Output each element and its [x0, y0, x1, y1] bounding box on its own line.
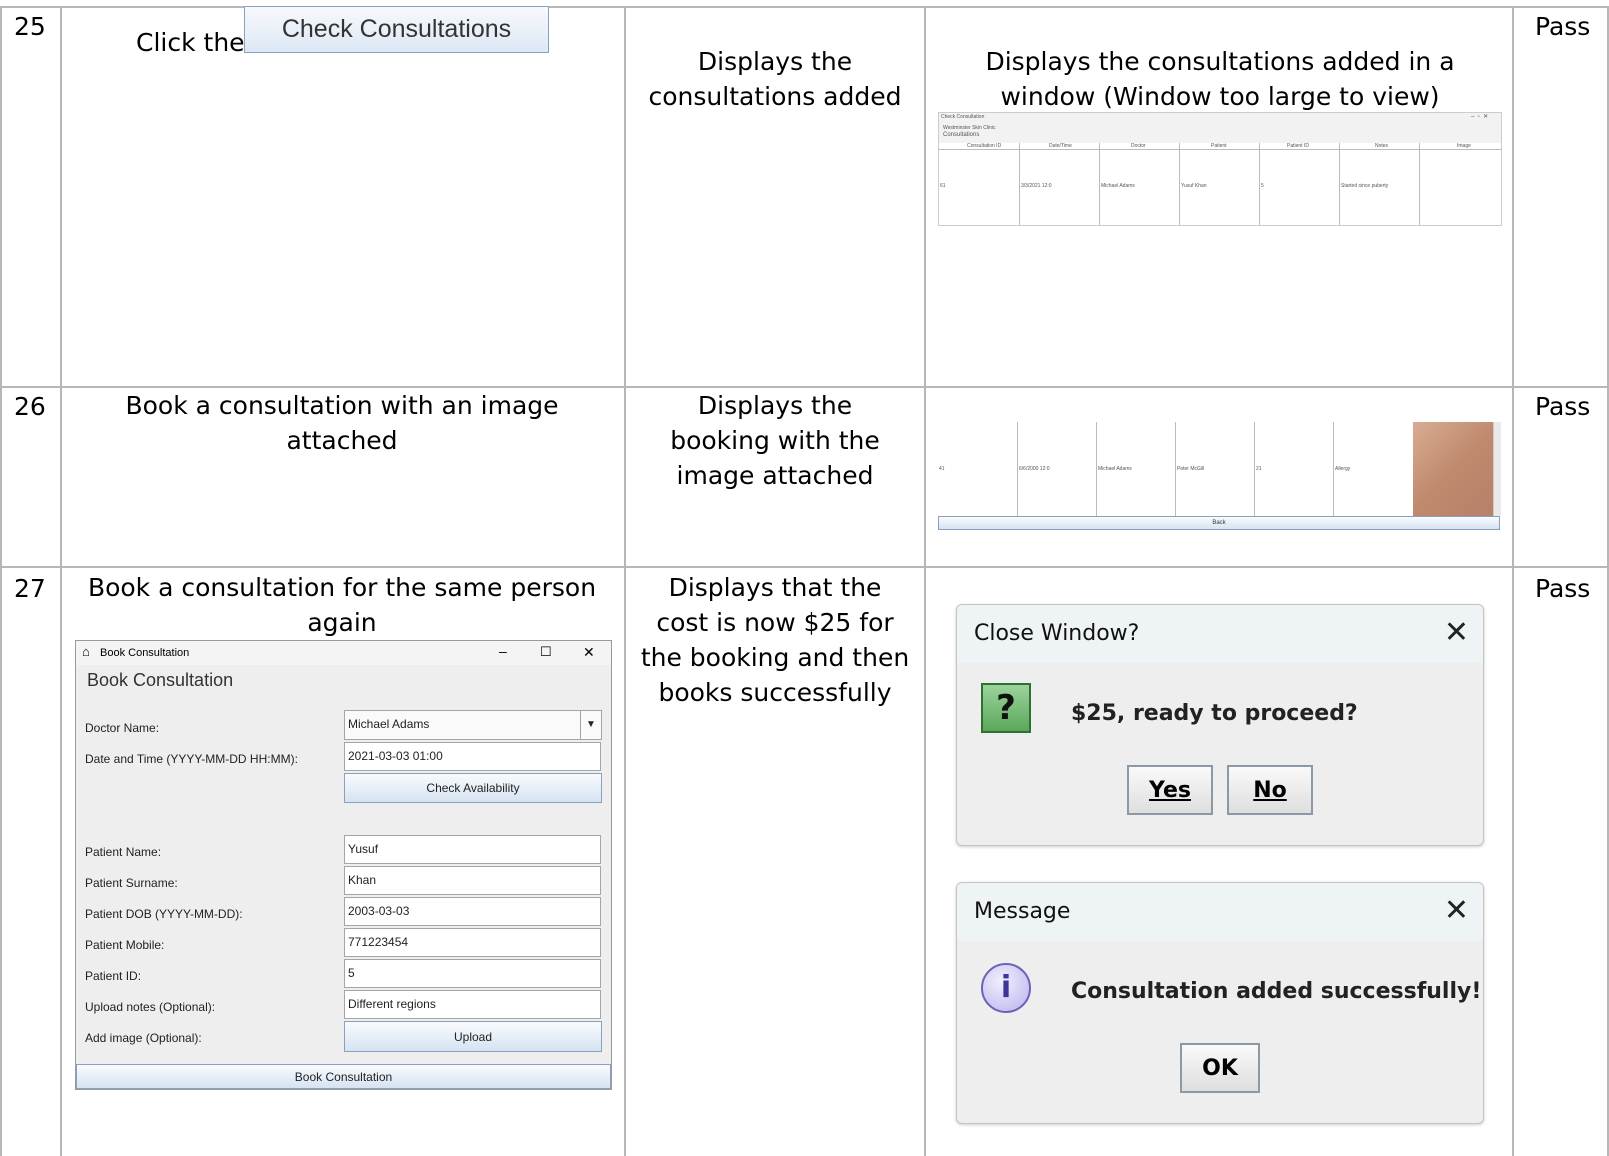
notes-label: Upload notes (Optional): — [85, 1000, 216, 1014]
row-number: 25 — [14, 12, 46, 41]
yes-button[interactable]: Yes — [1127, 765, 1213, 815]
clinic-name: Westminster Skin Clinic — [943, 125, 996, 131]
patient-name-input[interactable]: Yusuf — [344, 835, 601, 864]
table-cell: Peter McGill — [1177, 466, 1205, 472]
column-divider — [60, 6, 62, 1156]
dialog-message: Consultation added successfully! — [1071, 979, 1482, 1004]
window-titlebar: ⌂ Book Consultation – ☐ ✕ — [76, 641, 611, 665]
booking-with-image-window: 41 6/6/2000 12:0 Michael Adams Peter McG… — [938, 422, 1501, 530]
ok-button[interactable]: OK — [1180, 1043, 1260, 1093]
column-divider — [0, 6, 2, 1156]
close-icon[interactable]: ✕ — [583, 644, 595, 661]
datetime-input[interactable]: 2021-03-03 01:00 — [344, 742, 601, 771]
maximize-icon[interactable]: ☐ — [540, 644, 552, 660]
table-cell: 6/6/2000 12:0 — [1019, 466, 1050, 472]
consultations-table: Consultation ID Date/Time Doctor Patient… — [939, 143, 1501, 225]
chevron-down-icon[interactable]: ▼ — [580, 711, 601, 739]
column-divider — [924, 6, 926, 1156]
table-cell: 5 — [1261, 183, 1264, 189]
window-controls: – ▫ ✕ — [1471, 114, 1489, 120]
column-header: Notes — [1375, 143, 1389, 149]
row-number: 27 — [14, 574, 46, 603]
book-consultation-window: ⌂ Book Consultation – ☐ ✕ Book Consultat… — [75, 640, 612, 1090]
no-button[interactable]: No — [1227, 765, 1313, 815]
doctor-label: Doctor Name: — [85, 721, 160, 735]
form-heading: Book Consultation — [87, 670, 234, 690]
expected-result: Displays that the cost is now $25 for th… — [640, 573, 910, 707]
column-header: Date/Time — [1049, 143, 1072, 149]
result-pass: Pass — [1535, 574, 1591, 603]
datetime-label: Date and Time (YYYY-MM-DD HH:MM): — [85, 752, 298, 766]
table-cell: Michael Adams — [1098, 466, 1132, 472]
patient-name-label: Patient Name: — [85, 845, 162, 859]
question-icon: ? — [981, 683, 1031, 733]
check-consultation-window: Check Consultation – ▫ ✕ Westminster Ski… — [938, 112, 1502, 226]
result-pass: Pass — [1535, 392, 1591, 421]
action-text: Click the — [136, 28, 245, 57]
table-cell: 41 — [939, 466, 945, 472]
action-text: Book a consultation with an image attach… — [125, 391, 559, 455]
column-header: Patient ID — [1287, 143, 1309, 149]
scrollbar[interactable] — [1493, 422, 1501, 516]
patient-dob-input[interactable]: 2003-03-03 — [344, 897, 601, 926]
table-cell: Started since puberty — [1341, 183, 1389, 189]
back-button[interactable]: Back — [938, 516, 1500, 530]
minimize-icon[interactable]: – — [499, 643, 507, 659]
row-divider — [0, 566, 1609, 568]
table-border-top — [0, 6, 1609, 8]
result-pass: Pass — [1535, 12, 1591, 41]
image-label: Add image (Optional): — [85, 1031, 202, 1045]
patient-surname-label: Patient Surname: — [85, 876, 178, 890]
actual-result: Displays the consultations added in a wi… — [985, 47, 1455, 111]
table-cell: 61 — [940, 183, 946, 189]
consultations-heading: Consultations — [943, 132, 980, 138]
patient-mobile-input[interactable]: 771223454 — [344, 928, 601, 957]
column-header: Consultation ID — [967, 143, 1002, 149]
home-icon: ⌂ — [82, 644, 90, 659]
patient-id-label: Patient ID: — [85, 969, 142, 983]
table-cell: 21 — [1256, 466, 1262, 472]
window-title: Check Consultation — [941, 114, 985, 120]
action-text: Book a consultation for the same person … — [87, 573, 597, 637]
book-consultation-button[interactable]: Book Consultation — [76, 1064, 611, 1089]
table-cell: Allergy — [1335, 466, 1351, 472]
dialog-title: Close Window? — [957, 605, 1483, 663]
patient-id-input[interactable]: 5 — [344, 959, 601, 988]
message-dialog: Message ✕ i Consultation added successfu… — [956, 882, 1484, 1124]
column-divider — [624, 6, 626, 1156]
skin-image — [1413, 422, 1493, 516]
notes-input[interactable]: Different regions — [344, 990, 601, 1019]
check-availability-button[interactable]: Check Availability — [344, 773, 602, 803]
dialog-message: $25, ready to proceed? — [1071, 701, 1358, 726]
close-icon[interactable]: ✕ — [1444, 893, 1469, 928]
close-icon[interactable]: ✕ — [1444, 615, 1469, 650]
confirm-dialog: Close Window? ✕ ? $25, ready to proceed?… — [956, 604, 1484, 846]
expected-result: Displays the consultations added — [648, 47, 902, 111]
patient-dob-label: Patient DOB (YYYY-MM-DD): — [85, 907, 243, 921]
row-number: 26 — [14, 392, 46, 421]
table-cell: 3/3/2021 12:0 — [1021, 183, 1052, 189]
expected-result: Displays the booking with the image atta… — [670, 391, 880, 490]
column-divider — [1512, 6, 1514, 1156]
column-header: Image — [1457, 143, 1471, 149]
column-header: Doctor — [1131, 143, 1146, 149]
doctor-value: Michael Adams — [348, 717, 430, 731]
table-cell: Yusuf Khan — [1181, 183, 1207, 189]
patient-mobile-label: Patient Mobile: — [85, 938, 165, 952]
dialog-title: Message — [957, 883, 1483, 941]
window-title: Book Consultation — [100, 647, 190, 659]
column-header: Patient — [1211, 143, 1227, 149]
info-icon: i — [981, 963, 1031, 1013]
table-cell: Michael Adams — [1101, 183, 1135, 189]
upload-button[interactable]: Upload — [344, 1021, 602, 1052]
check-consultations-button[interactable]: Check Consultations — [244, 6, 549, 53]
patient-surname-input[interactable]: Khan — [344, 866, 601, 895]
doctor-select[interactable]: Michael Adams ▼ — [344, 710, 602, 740]
